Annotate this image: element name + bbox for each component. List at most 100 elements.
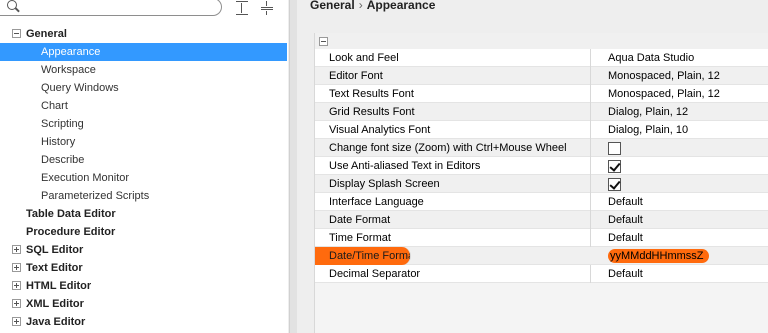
property-row[interactable]: Date Format Default: [315, 211, 768, 229]
options-tree-panel: General Appearance Workspace Query Windows C…: [0, 0, 288, 333]
collapse-icon[interactable]: [12, 29, 21, 38]
property-name: Date Format: [315, 211, 591, 229]
property-value[interactable]: Default: [608, 229, 768, 247]
tree-item[interactable]: SQL Editor: [0, 241, 287, 259]
tree-item-label: Describe: [41, 154, 85, 166]
property-value[interactable]: Dialog, Plain, 12: [608, 103, 768, 121]
property-value[interactable]: Monospaced, Plain, 12: [608, 67, 768, 85]
tree-item-label: Java Editor: [26, 316, 86, 328]
property-name: Display Splash Screen: [315, 175, 591, 193]
tree-item-label: HTML Editor: [26, 280, 92, 292]
tree-item-label: Procedure Editor: [26, 226, 116, 238]
tree-item-label: Query Windows: [41, 82, 119, 94]
property-value-text: Monospaced, Plain, 12: [608, 70, 720, 82]
property-value-text: Monospaced, Plain, 12: [608, 88, 720, 100]
property-row[interactable]: Time Format Default: [315, 229, 768, 247]
property-name: Grid Results Font: [315, 103, 591, 121]
collapse-all-icon[interactable]: [260, 1, 274, 15]
property-row[interactable]: Editor Font Monospaced, Plain, 12: [315, 67, 768, 85]
tree-item-label: General: [26, 28, 67, 40]
expand-icon[interactable]: [12, 299, 21, 308]
search-icon: [7, 0, 17, 10]
property-name: Date/Time Format: [315, 247, 411, 265]
tree-item-label: Text Editor: [26, 262, 83, 274]
property-row[interactable]: Visual Analytics Font Dialog, Plain, 10: [315, 121, 768, 139]
property-name: Change font size (Zoom) with Ctrl+Mouse …: [315, 139, 591, 157]
tree-item[interactable]: XML Editor: [0, 295, 287, 313]
checkbox-checked[interactable]: [608, 160, 621, 173]
tree-item-label: Chart: [41, 100, 68, 112]
property-name: Look and Feel: [315, 49, 591, 67]
breadcrumb: General › Appearance: [310, 0, 435, 12]
tree-item-label: Parameterized Scripts: [41, 190, 150, 202]
property-value[interactable]: Default: [608, 265, 768, 283]
tree-item[interactable]: Describe: [0, 151, 287, 169]
property-name: Text Results Font: [315, 85, 591, 103]
property-name: Editor Font: [315, 67, 591, 85]
checkbox-checked[interactable]: [608, 178, 621, 191]
options-content-panel: General › Appearance Look and Feel Aqua Dat…: [298, 0, 768, 333]
property-value-text: Default: [608, 268, 643, 280]
property-row[interactable]: Interface Language Default: [315, 193, 768, 211]
breadcrumb-separator-icon: ›: [358, 0, 363, 12]
tree-item[interactable]: HTML Editor: [0, 277, 287, 295]
expand-all-icon[interactable]: [235, 1, 249, 15]
property-value-text: Default: [608, 196, 643, 208]
tree-item[interactable]: Procedure Editor: [0, 223, 287, 241]
property-row[interactable]: Look and Feel Aqua Data Studio: [315, 49, 768, 67]
property-value[interactable]: Default: [608, 211, 768, 229]
expand-icon[interactable]: [12, 245, 21, 254]
collapse-group-icon[interactable]: [319, 37, 328, 46]
property-group-header: [315, 33, 768, 49]
tree-item[interactable]: Execution Monitor: [0, 169, 287, 187]
tree-item[interactable]: Java Editor: [0, 313, 287, 331]
expand-icon[interactable]: [12, 317, 21, 326]
property-row[interactable]: Use Anti-aliased Text in Editors: [315, 157, 768, 175]
property-value-text: Dialog, Plain, 12: [608, 106, 689, 118]
property-value[interactable]: Aqua Data Studio: [608, 49, 768, 67]
checkbox-unchecked[interactable]: [608, 142, 621, 155]
property-value-text: Aqua Data Studio: [608, 52, 695, 64]
property-name: Time Format: [315, 229, 591, 247]
property-row[interactable]: Date/Time Format yyMMddHHmmssZ: [315, 247, 768, 265]
expand-icon[interactable]: [12, 263, 21, 272]
search-input[interactable]: [0, 0, 222, 16]
tree-item[interactable]: Parameterized Scripts: [0, 187, 287, 205]
tree-item[interactable]: Scripting: [0, 115, 287, 133]
tree-item[interactable]: History: [0, 133, 287, 151]
property-value[interactable]: yyMMddHHmmssZ: [608, 247, 768, 265]
tree-scrollbar[interactable]: [289, 0, 297, 333]
tree-item[interactable]: Workspace: [0, 61, 287, 79]
property-row[interactable]: Decimal Separator Default: [315, 265, 768, 283]
property-value[interactable]: [608, 157, 768, 175]
property-value[interactable]: Monospaced, Plain, 12: [608, 85, 768, 103]
tree-item[interactable]: Text Editor: [0, 259, 287, 277]
tree-item[interactable]: General: [0, 25, 287, 43]
tree-item-label: Execution Monitor: [41, 172, 130, 184]
property-row[interactable]: Change font size (Zoom) with Ctrl+Mouse …: [315, 139, 768, 157]
property-value[interactable]: [608, 139, 768, 157]
property-table: Look and Feel Aqua Data Studio Editor Font…: [315, 49, 768, 283]
property-value[interactable]: Dialog, Plain, 10: [608, 121, 768, 139]
tree-item[interactable]: Query Windows: [0, 79, 287, 97]
tree-item-label: XML Editor: [26, 298, 84, 310]
tree-item[interactable]: Appearance: [0, 43, 287, 61]
tree-item-label: Workspace: [41, 64, 96, 76]
property-row[interactable]: Text Results Font Monospaced, Plain, 12: [315, 85, 768, 103]
property-value-text: Dialog, Plain, 10: [608, 124, 689, 136]
tree-item-label: History: [41, 136, 76, 148]
property-value[interactable]: [608, 175, 768, 193]
property-sheet: Look and Feel Aqua Data Studio Editor Font…: [314, 33, 768, 333]
expand-icon[interactable]: [12, 281, 21, 290]
tree-item[interactable]: Chart: [0, 97, 287, 115]
property-row[interactable]: Display Splash Screen: [315, 175, 768, 193]
property-value[interactable]: Default: [608, 193, 768, 211]
tree-item-label: Scripting: [41, 118, 84, 130]
options-tree: General Appearance Workspace Query Windows C…: [0, 25, 287, 331]
tree-item-label: SQL Editor: [26, 244, 84, 256]
tree-item-label: Table Data Editor: [26, 208, 116, 220]
breadcrumb-current: Appearance: [366, 0, 436, 12]
tree-item[interactable]: Table Data Editor: [0, 205, 287, 223]
property-row[interactable]: Grid Results Font Dialog, Plain, 12: [315, 103, 768, 121]
tree-item-label: Appearance: [41, 46, 101, 58]
